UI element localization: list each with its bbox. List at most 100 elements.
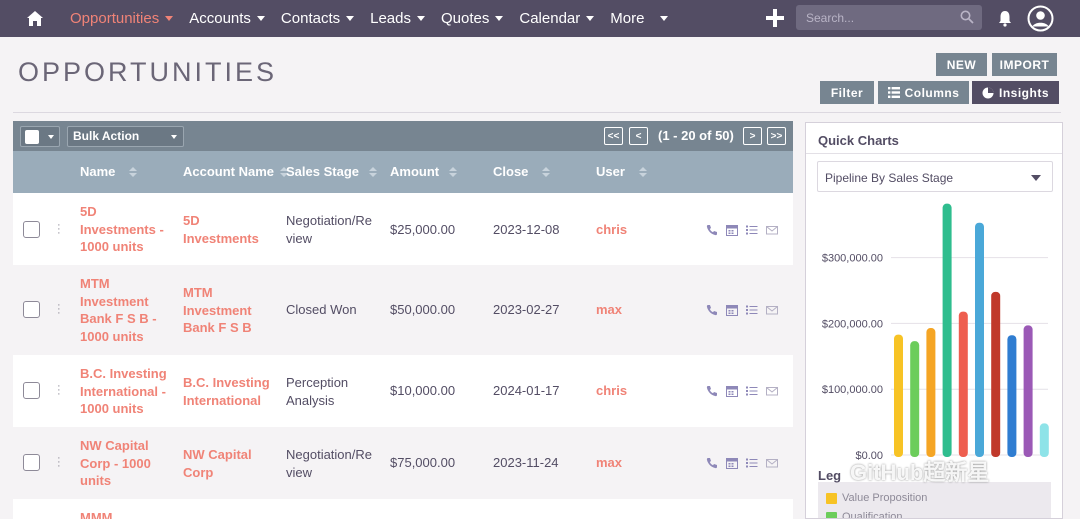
email-icon[interactable] xyxy=(766,303,778,315)
plus-icon[interactable] xyxy=(764,7,786,29)
row-menu-icon[interactable]: · · · xyxy=(57,300,61,319)
import-button[interactable]: IMPORT xyxy=(992,53,1057,76)
watermark-text: GitHub超新星 xyxy=(850,460,990,485)
header-amount[interactable]: Amount xyxy=(390,164,458,179)
chevron-down-icon xyxy=(417,16,425,21)
nav-opportunities[interactable]: Opportunities xyxy=(70,10,174,27)
user-link[interactable]: chris xyxy=(596,221,627,239)
prev-page-button[interactable]: < xyxy=(629,127,648,145)
nav-calendar[interactable]: Calendar xyxy=(519,10,595,27)
calendar-icon[interactable] xyxy=(726,223,738,236)
phone-icon[interactable] xyxy=(706,456,718,469)
bulk-action-dropdown[interactable]: Bulk Action xyxy=(67,126,184,147)
account-name-link[interactable]: NW Capital Corp xyxy=(183,446,261,481)
sales-stage: Perception Analysis xyxy=(286,375,349,408)
nav-contacts[interactable]: Contacts xyxy=(281,10,355,27)
row-menu-icon[interactable]: · · · xyxy=(57,220,61,239)
opportunity-name-link[interactable]: MTM Investment Bank F S B - 1000 units xyxy=(80,275,162,345)
table-row: · · · NW Capital Corp - 1000 units NW Capi… xyxy=(13,427,793,499)
legend-swatch xyxy=(826,511,837,518)
opportunities-table: Bulk Action << < (1 - 20 of 50) > >> Nam… xyxy=(13,121,793,519)
select-all-dropdown[interactable] xyxy=(20,126,60,147)
header-name[interactable]: Name xyxy=(80,164,138,179)
calendar-icon[interactable] xyxy=(726,303,738,316)
legend-item: Qualification xyxy=(826,511,903,518)
calendar-icon[interactable] xyxy=(726,384,738,397)
phone-icon[interactable] xyxy=(706,303,718,316)
opportunity-name-link[interactable]: MMM xyxy=(80,509,113,519)
home-icon[interactable] xyxy=(0,0,70,37)
header-sales-stage[interactable]: Sales Stage xyxy=(286,164,377,179)
user-avatar-icon[interactable] xyxy=(1027,5,1054,37)
row-actions xyxy=(706,384,778,397)
email-icon[interactable] xyxy=(766,456,778,468)
account-name-link[interactable]: MTM Investment Bank F S B xyxy=(183,284,265,337)
user-link[interactable]: max xyxy=(596,301,622,319)
page-title: OPPORTUNITIES xyxy=(18,57,278,87)
first-page-button[interactable]: << xyxy=(604,127,623,145)
chart-bar[interactable] xyxy=(1023,325,1033,457)
insights-button[interactable]: Insights xyxy=(972,81,1059,104)
new-button[interactable]: NEW xyxy=(936,53,987,76)
phone-icon[interactable] xyxy=(706,384,718,397)
task-list-icon[interactable] xyxy=(746,303,758,315)
header-label: Sales Stage xyxy=(286,164,359,179)
row-checkbox[interactable] xyxy=(23,221,40,238)
chart-bar[interactable] xyxy=(942,203,952,457)
user-link[interactable]: max xyxy=(596,454,622,472)
chart-bar[interactable] xyxy=(926,328,936,457)
chart-bar[interactable] xyxy=(894,334,903,457)
header-close[interactable]: Close xyxy=(493,164,551,179)
chart-bar[interactable] xyxy=(975,222,984,457)
account-name-link[interactable]: 5D Investments xyxy=(183,212,273,247)
email-icon[interactable] xyxy=(766,384,778,396)
last-page-button[interactable]: >> xyxy=(767,127,786,145)
header-user[interactable]: User xyxy=(596,164,647,179)
chart-bar[interactable] xyxy=(1039,423,1049,457)
header-label: Account Name xyxy=(183,164,275,179)
sort-icon xyxy=(449,166,458,177)
list-icon xyxy=(887,87,900,98)
chart-bar[interactable] xyxy=(991,291,1001,457)
columns-button[interactable]: Columns xyxy=(878,81,969,104)
row-menu-icon[interactable]: · · · xyxy=(57,453,61,472)
bell-icon[interactable] xyxy=(996,9,1014,32)
row-checkbox[interactable] xyxy=(23,382,40,399)
task-list-icon[interactable] xyxy=(746,384,758,396)
search-input[interactable]: Search... xyxy=(796,5,982,30)
filter-button[interactable]: Filter xyxy=(820,81,874,104)
chart-bar[interactable] xyxy=(1007,335,1017,457)
opportunity-name-link[interactable]: 5D Investments - 1000 units xyxy=(80,203,170,256)
nav-leads[interactable]: Leads xyxy=(370,10,425,27)
chart-bar[interactable] xyxy=(958,311,968,457)
user-link[interactable]: chris xyxy=(596,382,627,400)
header-label: Close xyxy=(493,164,529,179)
email-icon[interactable] xyxy=(766,223,778,235)
amount: $25,000.00 xyxy=(390,222,456,237)
row-menu-icon[interactable]: · · · xyxy=(57,381,61,400)
select-all-checkbox[interactable] xyxy=(25,130,39,144)
chevron-down-icon xyxy=(346,16,355,21)
task-list-icon[interactable] xyxy=(746,223,758,235)
legend-title: Leg xyxy=(818,468,842,483)
table-header: Name Account Name Sales Stage Amount Clo… xyxy=(13,151,793,193)
calendar-icon[interactable] xyxy=(726,456,738,469)
legend-swatch xyxy=(826,492,837,504)
chart-bar[interactable] xyxy=(910,341,920,457)
sort-icon xyxy=(542,166,551,177)
opportunity-name-link[interactable]: B.C. Investing International - 1000 unit… xyxy=(80,365,170,418)
nav-quotes[interactable]: Quotes xyxy=(441,10,504,27)
next-page-button[interactable]: > xyxy=(743,127,762,145)
opportunity-name-link[interactable]: NW Capital Corp - 1000 units xyxy=(80,437,158,490)
nav-more[interactable]: More xyxy=(610,10,669,27)
header-account[interactable]: Account Name xyxy=(183,164,289,179)
row-checkbox[interactable] xyxy=(23,301,40,318)
amount: $10,000.00 xyxy=(390,383,456,398)
nav-accounts[interactable]: Accounts xyxy=(189,10,265,27)
phone-icon[interactable] xyxy=(706,223,718,236)
table-toolbar: Bulk Action << < (1 - 20 of 50) > >> xyxy=(13,121,793,151)
account-name-link[interactable]: B.C. Investing International xyxy=(183,374,273,409)
row-checkbox[interactable] xyxy=(23,454,40,471)
task-list-icon[interactable] xyxy=(746,456,758,468)
table-row: · · · B.C. Investing International - 1000 … xyxy=(13,355,793,427)
